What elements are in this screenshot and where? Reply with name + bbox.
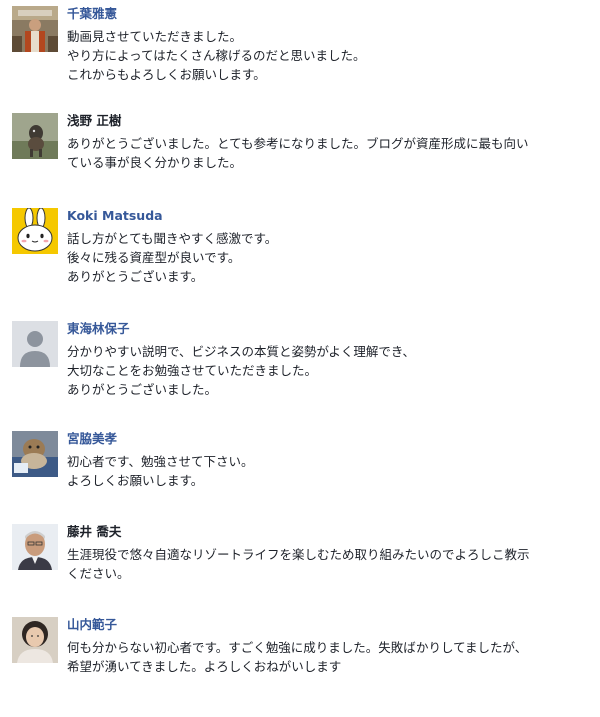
comment-body: 千葉雅憲 動画見させていただきました。 やり方によってはたくさん稼げるのだと思い…: [67, 6, 592, 84]
comment-text: 動画見させていただきました。 やり方によってはたくさん稼げるのだと思いました。 …: [67, 27, 592, 84]
person-photo-icon: [12, 6, 58, 52]
comment-text-line: ください。: [67, 566, 130, 581]
comment-text: 話し方がとても聞きやすく感激です。 後々に残る資産型が良いです。 ありがとうござ…: [67, 229, 592, 286]
comment-text-line: 分かりやすい説明で、ビジネスの本質と姿勢がよく理解でき、: [67, 344, 416, 359]
comment-item: 山内範子 何も分からない初心者です。すごく勉強に成りました。失敗ばかりしてました…: [12, 617, 592, 717]
avatar[interactable]: [12, 321, 58, 367]
avatar[interactable]: [12, 6, 58, 52]
comment-item: 千葉雅憲 動画見させていただきました。 やり方によってはたくさん稼げるのだと思い…: [12, 6, 592, 106]
comment-item: 浅野 正樹 ありがとうございました。とても参考になりました。ブログが資産形成に最…: [12, 113, 592, 213]
comment-text-line: ている事が良く分かりました。: [67, 155, 243, 170]
dog-photo-icon: [12, 113, 58, 159]
comment-text: 何も分からない初心者です。すごく勉強に成りました。失敗ばかりしてましたが、 希望…: [67, 638, 592, 676]
comment-text-line: やり方によってはたくさん稼げるのだと思いました。: [67, 48, 366, 63]
comment-body: 山内範子 何も分からない初心者です。すごく勉強に成りました。失敗ばかりしてました…: [67, 617, 592, 676]
comment-author-link[interactable]: 東海林保子: [67, 319, 592, 339]
comment-list: 千葉雅憲 動画見させていただきました。 やり方によってはたくさん稼げるのだと思い…: [0, 0, 600, 685]
pet-photo-icon: [12, 431, 58, 477]
comment-text-line: ありがとうございました。: [67, 382, 218, 397]
comment-text-line: ありがとうございました。とても参考になりました。ブログが資産形成に最も向い: [67, 136, 529, 151]
person-photo-icon: [12, 617, 58, 663]
avatar[interactable]: [12, 617, 58, 663]
comment-author-link[interactable]: 千葉雅憲: [67, 4, 592, 24]
comment-text-line: 後々に残る資産型が良いです。: [67, 250, 241, 265]
comment-text-line: 大切なことをお勉強させていただきました。: [67, 363, 318, 378]
comment-text-line: ありがとうございます。: [67, 269, 204, 284]
comment-author-link[interactable]: 山内範子: [67, 615, 592, 635]
comment-item: 宮脇美孝 初心者です、勉強させて下さい。 よろしくお願いします。: [12, 431, 592, 531]
comment-text-line: 初心者です、勉強させて下さい。: [67, 454, 254, 469]
comment-text-line: 生涯現役で悠々自適なリゾートライフを楽しむため取り組みたいのでよろしこ教示: [67, 547, 530, 562]
avatar[interactable]: [12, 113, 58, 159]
comment-text: ありがとうございました。とても参考になりました。ブログが資産形成に最も向い てい…: [67, 134, 592, 172]
comment-body: 浅野 正樹 ありがとうございました。とても参考になりました。ブログが資産形成に最…: [67, 113, 592, 172]
comment-text: 初心者です、勉強させて下さい。 よろしくお願いします。: [67, 452, 592, 490]
comment-text-line: 動画見させていただきました。: [67, 29, 243, 44]
comment-body: 東海林保子 分かりやすい説明で、ビジネスの本質と姿勢がよく理解でき、 大切なこと…: [67, 321, 592, 399]
comment-text-line: 希望が湧いてきました。よろしくおねがいします: [67, 659, 342, 674]
comment-body: 藤井 喬夫 生涯現役で悠々自適なリゾートライフを楽しむため取り組みたいのでよろし…: [67, 524, 592, 583]
comment-item: Koki Matsuda 話し方がとても聞きやすく感激です。 後々に残る資産型が…: [12, 208, 592, 308]
comment-author-link[interactable]: 宮脇美孝: [67, 429, 592, 449]
comment-text-line: 何も分からない初心者です。すごく勉強に成りました。失敗ばかりしてましたが、: [67, 640, 528, 655]
default-user-icon: [12, 321, 58, 367]
comment-author-link[interactable]: 藤井 喬夫: [67, 522, 592, 542]
avatar[interactable]: [12, 208, 58, 254]
rabbit-icon: [12, 208, 58, 254]
comment-text-line: 話し方がとても聞きやすく感激です。: [67, 231, 278, 246]
comment-body: 宮脇美孝 初心者です、勉強させて下さい。 よろしくお願いします。: [67, 431, 592, 490]
person-photo-icon: [12, 524, 58, 570]
comment-text-line: これからもよろしくお願いします。: [67, 67, 266, 82]
avatar[interactable]: [12, 524, 58, 570]
comment-text-line: よろしくお願いします。: [67, 473, 204, 488]
comment-body: Koki Matsuda 話し方がとても聞きやすく感激です。 後々に残る資産型が…: [67, 208, 592, 286]
comment-text: 生涯現役で悠々自適なリゾートライフを楽しむため取り組みたいのでよろしこ教示 くだ…: [67, 545, 592, 583]
comment-text: 分かりやすい説明で、ビジネスの本質と姿勢がよく理解でき、 大切なことをお勉強させ…: [67, 342, 592, 399]
comment-item: 藤井 喬夫 生涯現役で悠々自適なリゾートライフを楽しむため取り組みたいのでよろし…: [12, 524, 592, 624]
comment-item: 東海林保子 分かりやすい説明で、ビジネスの本質と姿勢がよく理解でき、 大切なこと…: [12, 321, 592, 421]
comment-author-link[interactable]: 浅野 正樹: [67, 111, 592, 131]
avatar[interactable]: [12, 431, 58, 477]
comment-author-link[interactable]: Koki Matsuda: [67, 206, 592, 226]
